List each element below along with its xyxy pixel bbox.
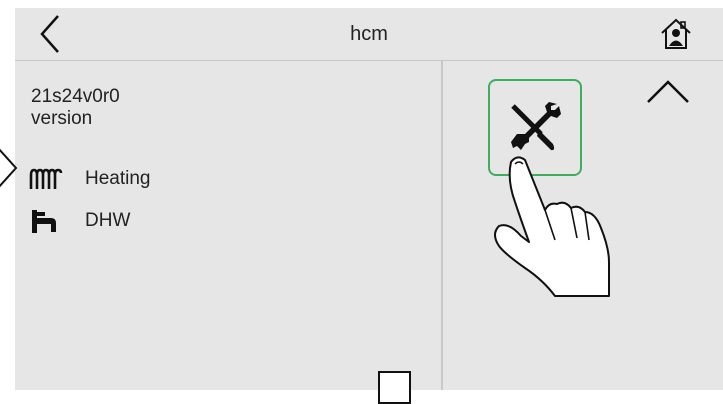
chevron-up-icon[interactable] [646,78,690,104]
selection-indicator-icon [0,148,18,188]
home-icon [661,18,691,49]
pane-divider [441,61,443,390]
menu-item-dhw[interactable]: DHW [27,204,407,238]
left-pane: 21s24v0r0 version Heating DHW [15,61,441,390]
version-value: 21s24v0r0 [31,86,120,107]
page-title: hcm [350,23,388,45]
checkbox[interactable] [378,371,411,404]
pointing-hand-icon [494,156,610,297]
menu-item-heating[interactable]: Heating [27,162,407,196]
home-button[interactable] [659,16,693,52]
top-bar: hcm [15,8,723,61]
tools-icon [511,101,561,150]
faucet-icon [29,207,67,235]
version-label: version [31,108,93,129]
radiator-icon [29,165,67,193]
menu-item-label: Heating [85,168,151,189]
menu-item-label: DHW [85,210,131,231]
